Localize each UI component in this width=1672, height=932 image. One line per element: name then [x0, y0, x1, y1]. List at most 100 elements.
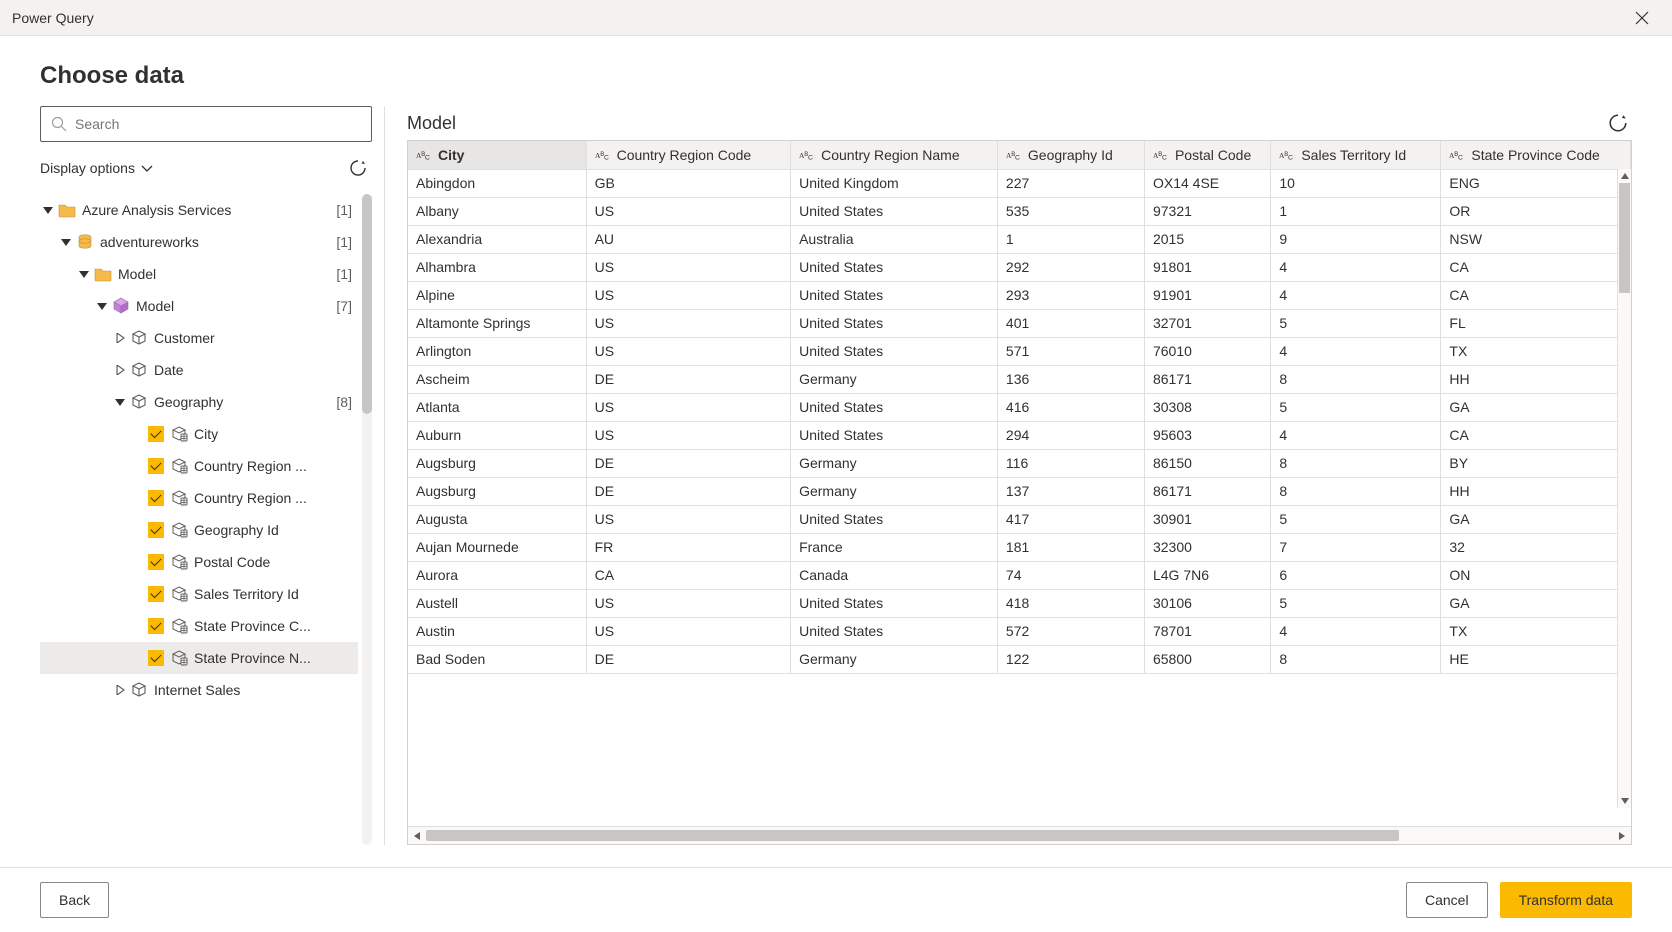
column-header[interactable]: ABCSales Territory Id — [1271, 141, 1441, 169]
column-header-label: Sales Territory Id — [1301, 147, 1406, 163]
table-cell: 6 — [1271, 561, 1441, 589]
table-row[interactable]: Altamonte SpringsUSUnited States40132701… — [408, 309, 1631, 337]
tree-item-c6[interactable]: State Province C... — [40, 610, 358, 642]
expander-icon — [130, 650, 146, 666]
table-row[interactable]: ArlingtonUSUnited States571760104TX — [408, 337, 1631, 365]
tree-item-geo[interactable]: Geography[8] — [40, 386, 358, 418]
cancel-button[interactable]: Cancel — [1406, 882, 1488, 918]
table-row[interactable]: AlpineUSUnited States293919014CA — [408, 281, 1631, 309]
column-header[interactable]: ABCPostal Code — [1144, 141, 1270, 169]
table-cell: DE — [586, 365, 791, 393]
checkbox[interactable] — [148, 426, 164, 442]
table-cell: Germany — [791, 449, 998, 477]
tree-item-c0[interactable]: City — [40, 418, 358, 450]
checkbox[interactable] — [148, 554, 164, 570]
expander-icon[interactable] — [76, 266, 92, 282]
tree-item-c3[interactable]: Geography Id — [40, 514, 358, 546]
table-vscroll-thumb[interactable] — [1619, 183, 1630, 293]
tree-item-aas[interactable]: Azure Analysis Services[1] — [40, 194, 358, 226]
column-header-label: Geography Id — [1028, 147, 1113, 163]
tree-item-mcube[interactable]: Model[7] — [40, 290, 358, 322]
close-button[interactable] — [1624, 0, 1660, 36]
tree-item-label: State Province C... — [194, 618, 352, 634]
tree-scrollbar-thumb[interactable] — [362, 194, 372, 414]
table-hscroll-thumb[interactable] — [426, 830, 1399, 841]
column-icon — [170, 649, 188, 667]
search-box[interactable] — [40, 106, 372, 142]
tree-item-c5[interactable]: Sales Territory Id — [40, 578, 358, 610]
table-row[interactable]: AtlantaUSUnited States416303085GA — [408, 393, 1631, 421]
table-cell: Ascheim — [408, 365, 586, 393]
checkbox[interactable] — [148, 458, 164, 474]
display-options[interactable]: Display options — [40, 154, 372, 182]
search-input[interactable] — [75, 116, 361, 132]
expander-icon — [130, 458, 146, 474]
preview-refresh-button[interactable] — [1604, 109, 1632, 137]
tree-scrollbar[interactable] — [362, 194, 372, 845]
table-row[interactable]: AlbanyUSUnited States535973211OR — [408, 197, 1631, 225]
tree-item-label: Country Region ... — [194, 458, 352, 474]
table-row[interactable]: AugsburgDEGermany137861718HH — [408, 477, 1631, 505]
table-cell: Austin — [408, 617, 586, 645]
tree-item-is[interactable]: Internet Sales — [40, 674, 358, 706]
table-row[interactable]: AbingdonGBUnited Kingdom227OX14 4SE10ENG — [408, 169, 1631, 197]
tree-item-cust[interactable]: Customer — [40, 322, 358, 354]
table-row[interactable]: Aujan MournedeFRFrance18132300732 — [408, 533, 1631, 561]
table-horizontal-scrollbar[interactable] — [408, 826, 1631, 844]
expander-icon[interactable] — [112, 682, 128, 698]
column-icon — [170, 617, 188, 635]
scroll-left-icon[interactable] — [408, 827, 426, 845]
checkbox[interactable] — [148, 650, 164, 666]
table-vertical-scrollbar[interactable] — [1617, 169, 1631, 808]
navigator-tree[interactable]: Azure Analysis Services[1]adventureworks… — [40, 194, 358, 845]
table-row[interactable]: Bad SodenDEGermany122658008HE — [408, 645, 1631, 673]
tree-item-date[interactable]: Date — [40, 354, 358, 386]
checkbox[interactable] — [148, 586, 164, 602]
expander-icon[interactable] — [58, 234, 74, 250]
expander-icon[interactable] — [94, 298, 110, 314]
column-header[interactable]: ABCCity — [408, 141, 586, 169]
checkbox[interactable] — [148, 490, 164, 506]
folder-icon — [94, 265, 112, 283]
table-cell: HH — [1441, 365, 1631, 393]
table-cell: 4 — [1271, 337, 1441, 365]
scroll-down-icon[interactable] — [1618, 794, 1631, 808]
tree-item-count: [8] — [336, 394, 352, 410]
data-table-wrap: ABCCityABCCountry Region CodeABCCountry … — [407, 140, 1632, 845]
scroll-up-icon[interactable] — [1618, 169, 1631, 183]
table-row[interactable]: AugustaUSUnited States417309015GA — [408, 505, 1631, 533]
tree-item-c1[interactable]: Country Region ... — [40, 450, 358, 482]
column-header[interactable]: ABCCountry Region Code — [586, 141, 791, 169]
tree-item-mfold[interactable]: Model[1] — [40, 258, 358, 290]
table-cell: 401 — [997, 309, 1144, 337]
tree-item-c4[interactable]: Postal Code — [40, 546, 358, 578]
checkbox[interactable] — [148, 618, 164, 634]
table-cell: Germany — [791, 365, 998, 393]
table-row[interactable]: AlhambraUSUnited States292918014CA — [408, 253, 1631, 281]
table-row[interactable]: AustellUSUnited States418301065GA — [408, 589, 1631, 617]
column-header[interactable]: ABCGeography Id — [997, 141, 1144, 169]
table-row[interactable]: AlexandriaAUAustralia120159NSW — [408, 225, 1631, 253]
tree-item-db[interactable]: adventureworks[1] — [40, 226, 358, 258]
expander-icon[interactable] — [112, 330, 128, 346]
table-row[interactable]: AugsburgDEGermany116861508BY — [408, 449, 1631, 477]
table-row[interactable]: AuburnUSUnited States294956034CA — [408, 421, 1631, 449]
column-header[interactable]: ABCCountry Region Name — [791, 141, 998, 169]
table-row[interactable]: AustinUSUnited States572787014TX — [408, 617, 1631, 645]
expander-icon[interactable] — [112, 394, 128, 410]
scroll-right-icon[interactable] — [1613, 827, 1631, 845]
transform-data-button[interactable]: Transform data — [1500, 882, 1632, 918]
checkbox[interactable] — [148, 522, 164, 538]
data-table[interactable]: ABCCityABCCountry Region CodeABCCountry … — [408, 141, 1631, 674]
table-icon — [130, 681, 148, 699]
expander-icon[interactable] — [40, 202, 56, 218]
expander-icon[interactable] — [112, 362, 128, 378]
table-row[interactable]: AuroraCACanada74L4G 7N66ON — [408, 561, 1631, 589]
column-header[interactable]: ABCState Province Code — [1441, 141, 1631, 169]
tree-item-c7[interactable]: State Province N... — [40, 642, 358, 674]
tree-refresh-button[interactable] — [344, 154, 372, 182]
back-button[interactable]: Back — [40, 882, 109, 918]
table-cell: Auburn — [408, 421, 586, 449]
table-row[interactable]: AscheimDEGermany136861718HH — [408, 365, 1631, 393]
tree-item-c2[interactable]: Country Region ... — [40, 482, 358, 514]
